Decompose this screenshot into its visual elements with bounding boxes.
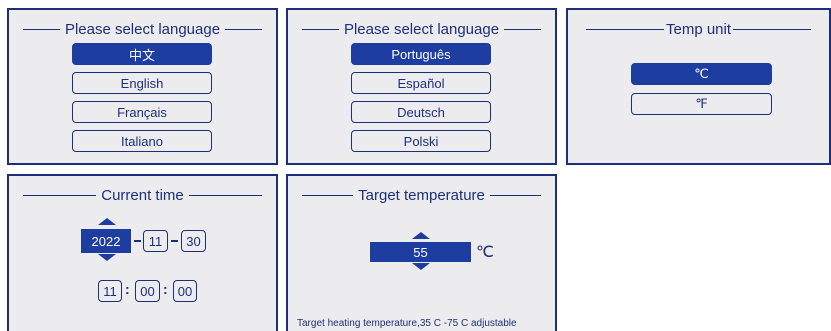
title-line-left	[302, 194, 354, 196]
title-line-left	[586, 28, 664, 30]
language-option-german[interactable]: Deutsch	[351, 101, 491, 123]
panel-title-row: Please select language	[23, 19, 262, 39]
language-option-polish[interactable]: Polski	[351, 130, 491, 152]
date-separator	[134, 240, 141, 242]
panel-title: Target temperature	[358, 186, 485, 204]
temp-unit-panel: Temp unit ℃ ℉	[566, 8, 831, 165]
title-line-right	[504, 28, 541, 30]
date-separator	[171, 240, 178, 242]
title-line-left	[23, 194, 97, 196]
temp-unit-fahrenheit[interactable]: ℉	[631, 93, 772, 115]
month-field[interactable]: 11	[143, 230, 168, 252]
title-line-right	[225, 28, 262, 30]
second-field[interactable]: 00	[173, 280, 197, 302]
language-option-italian[interactable]: Italiano	[72, 130, 212, 152]
title-line-right	[188, 194, 262, 196]
minute-field[interactable]: 00	[135, 280, 160, 302]
temperature-range-note: Target heating temperature,35 C -75 C ad…	[297, 318, 517, 329]
increment-arrow-icon[interactable]	[412, 232, 430, 239]
title-line-right	[489, 194, 542, 196]
language-option-spanish[interactable]: Español	[351, 72, 491, 94]
panel-title-row: Temp unit	[586, 19, 812, 39]
decrement-arrow-icon[interactable]	[412, 263, 430, 270]
temperature-unit-label: ℃	[476, 244, 494, 261]
panel-title: Please select language	[343, 20, 500, 38]
time-separator: :	[125, 281, 130, 297]
panel-title-row: Please select language	[302, 19, 541, 39]
year-field[interactable]: 2022	[81, 229, 131, 253]
current-time-panel: Current time 2022 11 30 11 : 00 : 00	[7, 174, 278, 331]
hour-field[interactable]: 11	[98, 280, 122, 302]
language-option-french[interactable]: Français	[72, 101, 212, 123]
panel-title: Please select language	[64, 20, 221, 38]
language-panel-1: Please select language 中文 English França…	[7, 8, 278, 165]
language-option-chinese[interactable]: 中文	[72, 43, 212, 65]
language-option-english[interactable]: English	[72, 72, 212, 94]
language-option-portuguese[interactable]: Português	[351, 43, 491, 65]
target-temperature-panel: Target temperature 55 ℃ Target heating t…	[286, 174, 557, 331]
panel-title-row: Current time	[23, 185, 262, 205]
panel-title: Temp unit	[665, 20, 732, 38]
time-separator: :	[163, 281, 168, 297]
title-line-right	[733, 28, 812, 30]
target-temperature-field[interactable]: 55	[370, 242, 471, 262]
temp-unit-celsius[interactable]: ℃	[631, 63, 772, 85]
language-panel-2: Please select language Português Español…	[286, 8, 557, 165]
day-field[interactable]: 30	[181, 230, 206, 252]
decrement-arrow-icon[interactable]	[98, 254, 116, 261]
increment-arrow-icon[interactable]	[98, 218, 116, 225]
panel-title: Current time	[101, 186, 184, 204]
title-line-left	[302, 28, 339, 30]
panel-title-row: Target temperature	[302, 185, 542, 205]
title-line-left	[23, 28, 60, 30]
